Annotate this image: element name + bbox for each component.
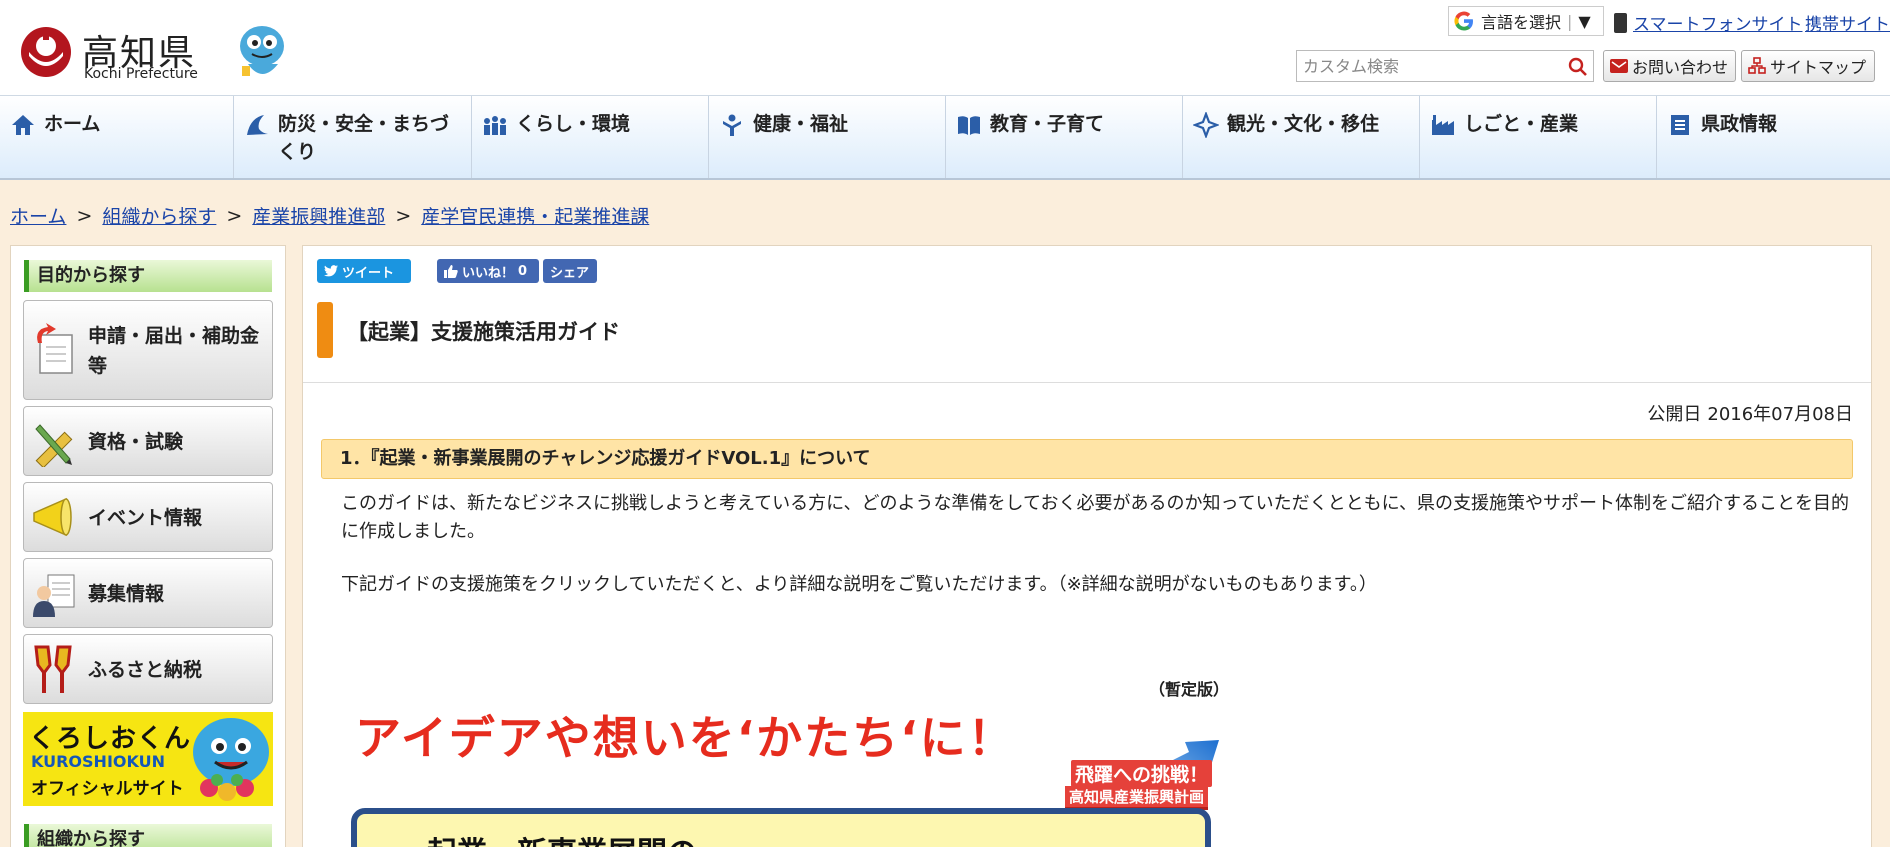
published-date-value: 2016年07月08日	[1707, 404, 1853, 425]
mascot-kuroshiokun-icon	[240, 26, 284, 76]
people-icon	[484, 116, 506, 135]
sparkle-icon	[1193, 112, 1219, 138]
breadcrumb: ホーム > 組織から探す > 産業振興推進部 > 産学官民連携・起業推進課	[10, 202, 649, 229]
nav-item-education-childcare[interactable]: 教育・子育て	[946, 96, 1183, 178]
chevron-down-icon: ▼	[1578, 11, 1591, 31]
like-count: 0	[518, 263, 528, 279]
breadcrumb-link-department[interactable]: 産業振興推進部	[252, 202, 385, 229]
language-select[interactable]: 言語を選択 | ▼	[1448, 6, 1604, 36]
health-icon	[723, 114, 741, 136]
application-form-icon	[37, 323, 73, 374]
nav-item-health-welfare[interactable]: 健康・福祉	[709, 96, 946, 178]
sidebar-button-recruitment[interactable]: 募集情報	[23, 558, 273, 628]
guide-badge-challenge: 飛躍への挑戦！	[1071, 760, 1213, 787]
nav-item-tourism-culture[interactable]: 観光・文化・移住	[1183, 96, 1420, 178]
sidebar-button-events[interactable]: イベント情報	[23, 482, 273, 552]
banner-subtitle: オフィシャルサイト	[31, 779, 184, 799]
sidebar-button-hometown-tax[interactable]: ふるさと納税	[23, 634, 273, 704]
facebook-share-button[interactable]: シェア	[543, 259, 597, 283]
kuroshiokun-banner[interactable]: くろしおくん KUROSHIOKUN オフィシャルサイト	[23, 712, 273, 806]
mail-icon	[1610, 59, 1628, 73]
title-accent-bar	[317, 302, 333, 358]
facebook-like-button[interactable]: いいね！ 0	[437, 259, 539, 283]
breadcrumb-separator: >	[76, 204, 93, 227]
sidebar-heading-organization: 組織から探す	[24, 824, 272, 847]
home-icon	[12, 115, 34, 135]
sitemap-icon	[1748, 57, 1766, 74]
pencil-ruler-icon	[35, 424, 73, 467]
smartphone-icon	[1614, 12, 1627, 33]
tweet-button[interactable]: ツイート	[317, 259, 411, 283]
sidebar-button-applications[interactable]: 申請・届出・補助金等	[23, 300, 273, 400]
guide-title-box: 起業・新事業展開の	[351, 808, 1211, 847]
guide-provisional-label: （暫定版）	[1149, 680, 1229, 699]
published-date: 公開日 2016年07月08日	[1647, 400, 1853, 426]
site-header: 高知県 Kochi Prefecture 言語を選択 | ▼ スマートフォンサイ…	[0, 0, 1890, 95]
sidebar-button-label: ふるさと納税	[88, 659, 203, 681]
megaphone-icon	[33, 497, 72, 537]
mascot-kuroshiokun-icon	[193, 718, 269, 801]
page-title: 【起業】支援施策活用ガイド	[347, 320, 620, 344]
intro-paragraph: このガイドは、新たなビジネスに挑戦しようと考えている方に、どのような準備をしてお…	[341, 493, 1850, 542]
book-icon	[958, 116, 980, 135]
breadcrumb-separator: >	[226, 204, 243, 227]
sidebar-button-label: 申請・届出・補助金等	[88, 325, 260, 377]
nav-item-home[interactable]: ホーム	[0, 96, 234, 178]
banner-title: くろしおくん	[29, 724, 192, 754]
recruit-icon	[33, 574, 75, 617]
guide-badge-plan: 高知県産業振興計画	[1065, 786, 1209, 810]
sitemap-button[interactable]: サイトマップ	[1741, 50, 1875, 82]
guide-headline: アイデアや想いを‘かたち‘に！	[355, 711, 1016, 765]
logo-subtitle: Kochi Prefecture	[84, 66, 198, 82]
search-input[interactable]	[1303, 56, 1563, 76]
guide-cover-image[interactable]: （暫定版） アイデアや想いを‘かたち‘に！ 飛躍への挑戦！ 高知県産業振興計画 …	[349, 666, 1229, 847]
factory-icon	[1432, 115, 1454, 135]
document-icon	[1671, 115, 1689, 135]
sidebar: 目的から探す 申請・届出・補助金等 資格・試験 イベント情報 募集情報 ふるさと…	[10, 245, 286, 847]
sidebar-button-label: 募集情報	[88, 583, 165, 605]
search-box	[1296, 50, 1594, 82]
sidebar-button-label: イベント情報	[88, 507, 203, 529]
nav-item-living-environment[interactable]: くらし・環境	[472, 96, 709, 178]
breadcrumb-separator: >	[395, 204, 412, 227]
breadcrumb-link-home[interactable]: ホーム	[10, 202, 66, 229]
divider	[303, 382, 1871, 383]
instruction-paragraph: 下記ガイドの支援施策をクリックしていただくと、より詳細な説明をご覧いただけます。…	[341, 574, 1377, 595]
section-heading: 1．『起業・新事業展開のチャレンジ応援ガイドVOL.1』について	[321, 439, 1853, 479]
sidebar-button-label: 資格・試験	[88, 431, 184, 453]
prefecture-emblem-icon	[21, 27, 71, 77]
global-navigation: ホーム 防災・安全・まちづくり くらし・環境 健康・福祉 教育・子育て 観光・文…	[0, 95, 1890, 180]
tsunami-icon	[247, 115, 268, 135]
nav-item-work-industry[interactable]: しごと・産業	[1420, 96, 1657, 178]
breadcrumb-link-organization[interactable]: 組織から探す	[102, 202, 216, 229]
prefecture-logo[interactable]: 高知県 Kochi Prefecture	[20, 22, 284, 84]
smartphone-site-link[interactable]: スマートフォンサイト	[1614, 10, 1803, 35]
guide-subtitle: 起業・新事業展開の	[427, 828, 697, 847]
published-date-label: 公開日	[1647, 404, 1702, 425]
nav-item-prefectural-info[interactable]: 県政情報	[1657, 96, 1890, 178]
sidebar-heading-purpose: 目的から探す	[24, 260, 272, 292]
main-content: ツイート いいね！ 0 シェア 【起業】支援施策活用ガイド 公開日 2016年0…	[302, 245, 1872, 847]
social-share-bar: ツイート いいね！ 0 シェア	[317, 259, 601, 283]
sidebar-button-qualifications[interactable]: 資格・試験	[23, 406, 273, 476]
twitter-bird-icon	[324, 265, 338, 277]
mobile-site-link[interactable]: 携帯サイト	[1805, 10, 1890, 35]
banner-roman: KUROSHIOKUN	[31, 752, 165, 771]
naruko-clapper-icon	[34, 645, 72, 693]
google-icon	[1454, 11, 1473, 31]
contact-button[interactable]: お問い合わせ	[1603, 50, 1736, 82]
thumbs-up-icon	[444, 264, 458, 278]
language-select-label: 言語を選択	[1481, 13, 1562, 32]
nav-item-disaster-safety[interactable]: 防災・安全・まちづくり	[234, 96, 472, 178]
breadcrumb-link-division[interactable]: 産学官民連携・起業推進課	[421, 202, 649, 229]
search-icon[interactable]	[1567, 56, 1589, 78]
